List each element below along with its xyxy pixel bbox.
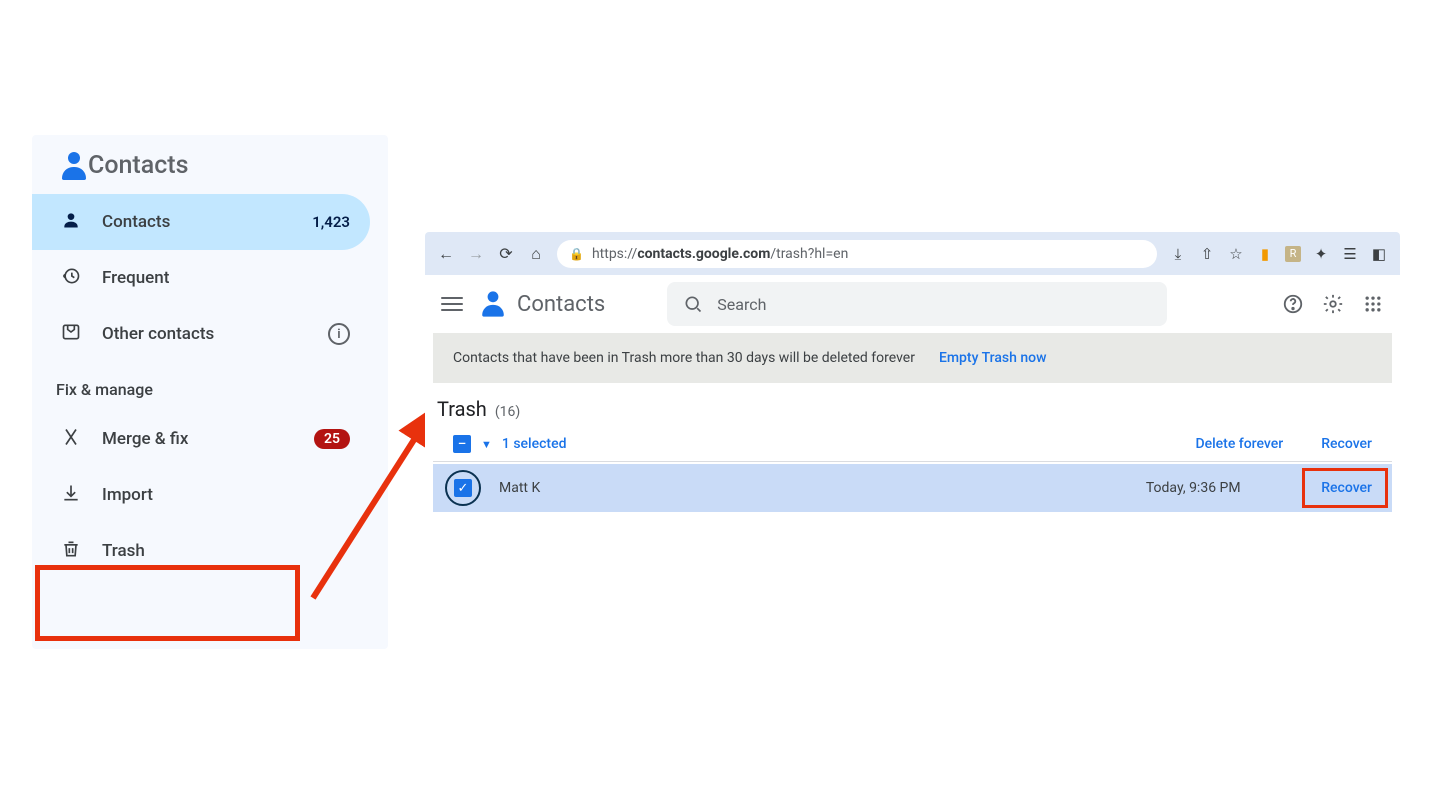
sidebar-item-label: Trash <box>102 541 350 561</box>
sidebar-item-frequent[interactable]: Frequent <box>32 250 370 306</box>
trash-count: (16) <box>495 404 520 420</box>
selection-bar: – ▼ 1 selected Delete forever Recover <box>433 427 1392 462</box>
r-extension-icon[interactable]: R <box>1285 246 1301 262</box>
gear-icon[interactable] <box>1322 293 1344 315</box>
sidebar-item-label: Merge & fix <box>102 429 314 449</box>
info-banner: Contacts that have been in Trash more th… <box>433 333 1392 383</box>
person-icon <box>60 210 82 235</box>
checkmark-icon: ✓ <box>454 479 472 497</box>
sidebar-item-badge: 25 <box>314 429 350 449</box>
url-text: https://contacts.google.com/trash?hl=en <box>592 246 848 262</box>
extensions-icon[interactable]: ✦ <box>1312 245 1330 263</box>
sidebar-item-count: 1,423 <box>312 213 350 231</box>
trash-icon <box>60 539 82 564</box>
tools-icon <box>60 427 82 452</box>
rss-extension-icon[interactable]: ▮ <box>1256 245 1274 263</box>
app-title: Contacts <box>479 290 605 318</box>
side-panel-icon[interactable]: ◧ <box>1370 245 1388 263</box>
sidebar-section-label: Fix & manage <box>32 362 388 411</box>
row-checkbox[interactable]: ✓ <box>445 470 481 506</box>
select-all-checkbox[interactable]: – <box>453 435 471 453</box>
recover-all-button[interactable]: Recover <box>1321 436 1372 452</box>
selected-count: 1 selected <box>502 436 567 452</box>
sidebar-item-import[interactable]: Import <box>32 467 370 523</box>
sidebar-item-trash[interactable]: Trash <box>32 523 370 579</box>
sidebar-header: Contacts <box>32 141 388 194</box>
deleted-time: Today, 9:36 PM <box>1073 480 1313 496</box>
page-title: Trash (16) <box>425 383 1400 427</box>
sidebar-item-label: Frequent <box>102 268 350 288</box>
browser-window: ← → ⟳ ⌂ 🔒 https://contacts.google.com/tr… <box>425 232 1400 544</box>
app-header: Contacts Search <box>425 275 1400 333</box>
share-icon[interactable]: ⇧ <box>1198 245 1216 263</box>
contacts-logo-icon <box>480 291 505 316</box>
apps-grid-icon[interactable] <box>1362 293 1384 315</box>
sidebar-item-other-contacts[interactable]: Other contacts i <box>32 306 370 362</box>
browser-forward-icon[interactable]: → <box>467 244 485 264</box>
search-placeholder: Search <box>717 295 766 314</box>
contacts-sidebar: Contacts Contacts 1,423 Frequent Other c… <box>32 135 388 649</box>
sidebar-item-label: Contacts <box>102 212 312 232</box>
info-icon[interactable]: i <box>328 323 350 345</box>
select-dropdown-icon[interactable]: ▼ <box>481 438 492 451</box>
help-icon[interactable] <box>1282 293 1304 315</box>
search-icon <box>683 294 703 314</box>
star-icon[interactable]: ☆ <box>1227 245 1245 263</box>
hamburger-menu-icon[interactable] <box>441 297 463 311</box>
search-input[interactable]: Search <box>667 282 1167 326</box>
browser-url-bar[interactable]: 🔒 https://contacts.google.com/trash?hl=e… <box>557 240 1157 268</box>
contacts-logo-icon <box>60 152 88 180</box>
lock-icon: 🔒 <box>569 247 584 261</box>
empty-trash-link[interactable]: Empty Trash now <box>939 350 1047 366</box>
sidebar-item-merge-fix[interactable]: Merge & fix 25 <box>32 411 370 467</box>
sidebar-item-contacts[interactable]: Contacts 1,423 <box>32 194 370 250</box>
browser-toolbar: ← → ⟳ ⌂ 🔒 https://contacts.google.com/tr… <box>425 232 1400 275</box>
sidebar-item-label: Other contacts <box>102 324 328 344</box>
history-icon <box>60 266 82 291</box>
info-banner-text: Contacts that have been in Trash more th… <box>453 350 915 366</box>
sidebar-app-title: Contacts <box>88 151 188 180</box>
download-icon <box>60 483 82 508</box>
browser-action-icons: ⤓ ⇧ ☆ ▮ R ✦ ☰ ◧ <box>1169 245 1388 263</box>
browser-back-icon[interactable]: ← <box>437 244 455 264</box>
contact-row[interactable]: ✓ Matt K Today, 9:36 PM Recover <box>433 464 1392 512</box>
recover-button[interactable]: Recover <box>1313 474 1380 502</box>
delete-forever-button[interactable]: Delete forever <box>1195 436 1283 452</box>
browser-reload-icon[interactable]: ⟳ <box>497 244 515 263</box>
install-icon[interactable]: ⤓ <box>1169 245 1187 263</box>
browser-home-icon[interactable]: ⌂ <box>527 244 545 264</box>
contact-name: Matt K <box>499 480 1073 496</box>
sidebar-item-label: Import <box>102 485 350 505</box>
reading-list-icon[interactable]: ☰ <box>1341 245 1359 263</box>
inbox-icon <box>60 322 82 347</box>
